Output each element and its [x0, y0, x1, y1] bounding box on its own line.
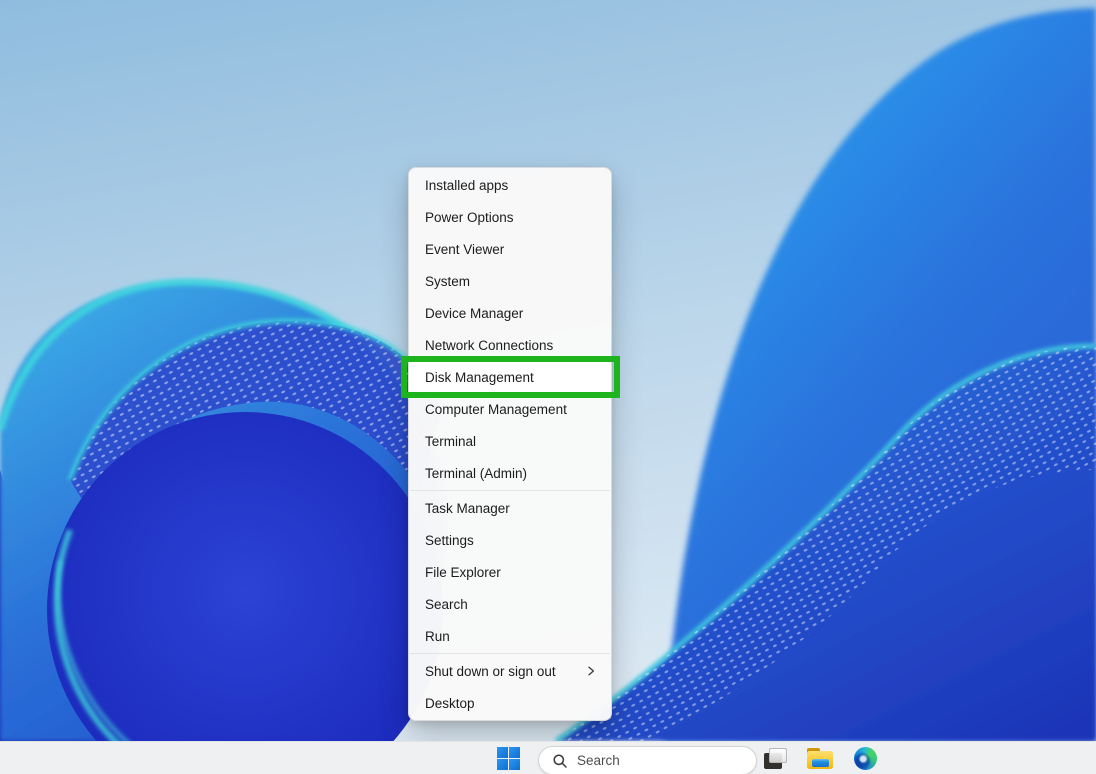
edge-button[interactable]	[850, 742, 880, 774]
menu-item-task-manager[interactable]: Task Manager	[409, 492, 611, 524]
menu-item-terminal[interactable]: Terminal	[409, 425, 611, 457]
menu-separator	[409, 489, 611, 492]
menu-item-disk-management[interactable]: Disk Management	[409, 361, 611, 393]
menu-item-installed-apps[interactable]: Installed apps	[409, 169, 611, 201]
chevron-right-icon	[585, 665, 597, 677]
microsoft-edge-icon	[854, 747, 877, 770]
menu-item-event-viewer[interactable]: Event Viewer	[409, 233, 611, 265]
winx-context-menu: Installed apps Power Options Event Viewe…	[408, 167, 612, 721]
menu-item-system[interactable]: System	[409, 265, 611, 297]
menu-item-terminal-admin[interactable]: Terminal (Admin)	[409, 457, 611, 489]
menu-separator	[409, 652, 611, 655]
menu-item-computer-management[interactable]: Computer Management	[409, 393, 611, 425]
task-view-icon	[764, 748, 787, 769]
taskbar: Search	[0, 741, 1096, 774]
start-button[interactable]	[492, 742, 525, 774]
menu-item-search[interactable]: Search	[409, 588, 611, 620]
menu-item-settings[interactable]: Settings	[409, 524, 611, 556]
search-icon	[552, 753, 568, 769]
search-label: Search	[577, 753, 620, 768]
menu-item-network-connections[interactable]: Network Connections	[409, 329, 611, 361]
file-explorer-icon	[807, 748, 833, 769]
menu-item-desktop[interactable]: Desktop	[409, 687, 611, 719]
desktop: Installed apps Power Options Event Viewe…	[0, 0, 1096, 774]
task-view-button[interactable]	[760, 742, 790, 774]
context-menu-list: Installed apps Power Options Event Viewe…	[409, 169, 611, 719]
menu-item-device-manager[interactable]: Device Manager	[409, 297, 611, 329]
windows-logo-icon	[497, 747, 520, 770]
menu-item-label: Shut down or sign out	[425, 664, 585, 679]
menu-item-power-options[interactable]: Power Options	[409, 201, 611, 233]
file-explorer-button[interactable]	[805, 742, 835, 774]
menu-item-file-explorer[interactable]: File Explorer	[409, 556, 611, 588]
menu-item-run[interactable]: Run	[409, 620, 611, 652]
menu-item-shut-down-or-sign-out[interactable]: Shut down or sign out	[409, 655, 611, 687]
search-box[interactable]: Search	[538, 746, 757, 774]
